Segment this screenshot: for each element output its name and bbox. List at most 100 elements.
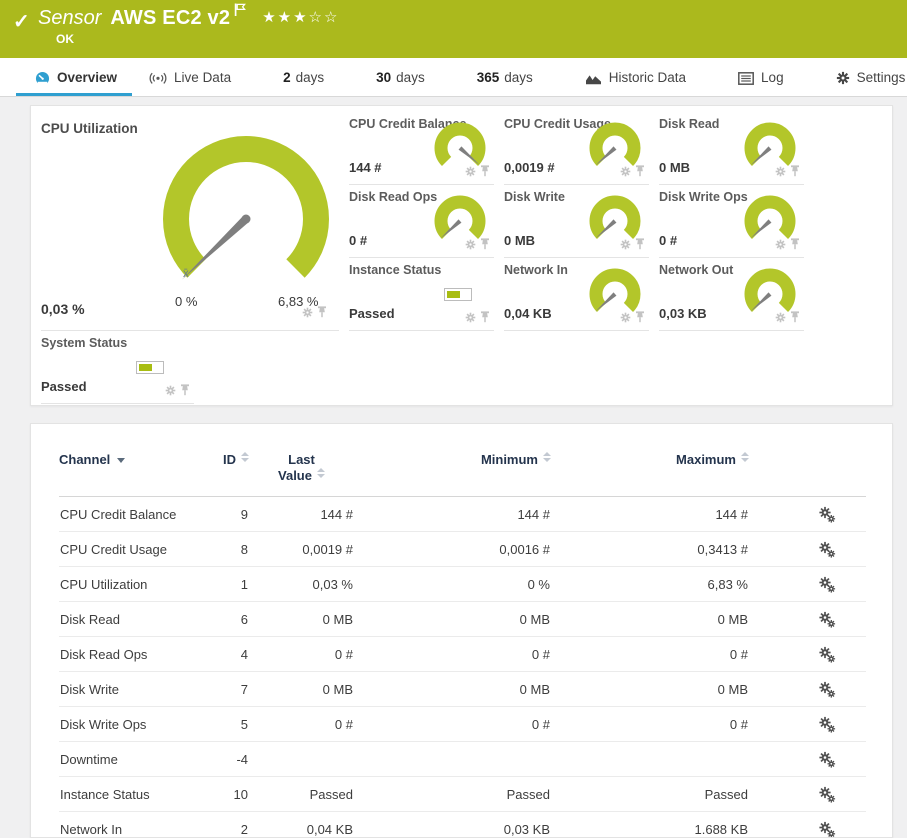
pin-icon[interactable] bbox=[635, 165, 645, 177]
channel-name-cell[interactable]: CPU Utilization bbox=[59, 566, 199, 602]
channel-minimum-cell: 0,0016 # bbox=[354, 531, 551, 567]
column-header-actions bbox=[749, 438, 866, 497]
channel-name-cell[interactable]: Disk Read bbox=[59, 601, 199, 637]
priority-stars[interactable]: ★★★☆☆ bbox=[262, 8, 339, 26]
pin-icon[interactable] bbox=[180, 384, 190, 396]
channel-settings-icon[interactable] bbox=[818, 541, 836, 558]
gear-icon[interactable] bbox=[465, 312, 476, 323]
gear-icon[interactable] bbox=[775, 239, 786, 250]
table-row: Network In 2 0,04 KB 0,03 KB 1.688 KB bbox=[59, 811, 866, 837]
cpu-utilization-gauge bbox=[163, 136, 329, 280]
gear-icon[interactable] bbox=[620, 166, 631, 177]
channel-settings-icon[interactable] bbox=[818, 506, 836, 523]
channel-settings-icon[interactable] bbox=[818, 821, 836, 837]
channel-last-value-cell: 0 MB bbox=[249, 671, 354, 707]
pin-icon[interactable] bbox=[790, 311, 800, 323]
channel-settings-icon[interactable] bbox=[818, 576, 836, 593]
gear-icon[interactable] bbox=[620, 239, 631, 250]
column-header-minimum[interactable]: Minimum bbox=[354, 438, 551, 497]
channel-name-cell[interactable]: Network In bbox=[59, 811, 199, 837]
status-indicator bbox=[136, 361, 164, 374]
channel-last-value-cell: 144 # bbox=[320, 506, 353, 522]
pin-icon[interactable] bbox=[635, 311, 645, 323]
channel-settings-icon[interactable] bbox=[818, 716, 836, 733]
channel-last-value-cell bbox=[249, 741, 354, 777]
pin-icon[interactable] bbox=[790, 165, 800, 177]
channel-name-cell[interactable]: Disk Read Ops bbox=[59, 636, 199, 672]
flag-icon[interactable] bbox=[234, 0, 247, 23]
channel-last-value-cell: 0 MB bbox=[249, 601, 354, 637]
channel-tile-value: 0 # bbox=[659, 233, 678, 248]
pin-icon[interactable] bbox=[480, 311, 490, 323]
gear-icon[interactable] bbox=[620, 312, 631, 323]
cpu-credit-balance-tile: CPU Credit Balance 144 # bbox=[349, 112, 494, 185]
tab-label: Overview bbox=[57, 69, 118, 85]
channel-name-cell[interactable]: Disk Write Ops bbox=[59, 706, 199, 742]
tab-historic-data[interactable]: Historic Data bbox=[580, 58, 691, 96]
channel-id-cell: 10 bbox=[199, 776, 249, 812]
tab-label: days bbox=[396, 69, 425, 85]
sensor-header-bar: ✓ Sensor AWS EC2 v2 ★★★☆☆ OK bbox=[0, 0, 907, 58]
channel-last-value-cell: 0,03 % bbox=[249, 566, 354, 602]
channel-table-card: Channel ID Last Value Minimum Maximum CPU Cre… bbox=[30, 423, 893, 838]
tab-log[interactable]: Log bbox=[733, 58, 789, 96]
sensor-kind-label: Sensor bbox=[38, 7, 102, 29]
channel-minimum-cell: 0 MB bbox=[354, 671, 551, 707]
tab-label-number: 30 bbox=[376, 69, 392, 85]
column-header-channel[interactable]: Channel bbox=[59, 438, 199, 497]
pin-icon[interactable] bbox=[480, 165, 490, 177]
column-header-id[interactable]: ID bbox=[199, 438, 249, 497]
tab-2-days[interactable]: 2 days bbox=[278, 58, 329, 96]
channel-settings-icon[interactable] bbox=[818, 646, 836, 663]
table-row: Disk Write Ops 5 0 # 0 # 0 # bbox=[59, 706, 866, 742]
channel-name-cell[interactable]: Instance Status bbox=[59, 776, 199, 812]
tab-label-number: 365 bbox=[476, 69, 500, 85]
cpu-credit-usage-tile: CPU Credit Usage 0,0019 # bbox=[504, 112, 649, 185]
channel-tile-value: 0,04 KB bbox=[504, 306, 552, 321]
tab-label: Log bbox=[761, 69, 784, 85]
tab-365-days[interactable]: 365 days bbox=[472, 58, 538, 96]
channel-name-cell[interactable]: Downtime bbox=[59, 741, 199, 777]
channel-maximum-cell: 0 # bbox=[551, 636, 749, 672]
table-row: Disk Read 6 0 MB 0 MB 0 MB bbox=[59, 601, 866, 637]
network-out-tile: Network Out 0,03 KB bbox=[659, 258, 804, 331]
channel-name-cell[interactable]: Disk Write bbox=[59, 671, 199, 707]
gear-icon[interactable] bbox=[775, 312, 786, 323]
channel-minimum-cell: 144 # bbox=[517, 506, 550, 522]
channel-id-cell: 4 bbox=[199, 636, 249, 672]
status-indicator bbox=[444, 288, 472, 301]
tab-30-days[interactable]: 30 days bbox=[371, 58, 430, 96]
pin-icon[interactable] bbox=[480, 238, 490, 250]
channel-minimum-cell: 0 % bbox=[354, 566, 551, 602]
channel-maximum-cell: 0 MB bbox=[551, 601, 749, 637]
gear-icon[interactable] bbox=[165, 385, 176, 396]
tab-overview[interactable]: Overview bbox=[15, 58, 133, 96]
column-header-last-value[interactable]: Last Value bbox=[249, 438, 354, 497]
pin-icon[interactable] bbox=[635, 238, 645, 250]
tab-settings[interactable]: Settings bbox=[831, 58, 907, 96]
pin-icon[interactable] bbox=[317, 306, 327, 318]
channel-maximum-cell: 0,3413 # bbox=[551, 531, 749, 567]
pin-icon[interactable] bbox=[790, 238, 800, 250]
gear-icon[interactable] bbox=[775, 166, 786, 177]
channel-tile-value: 0 # bbox=[349, 233, 368, 248]
table-row: CPU Credit Balance 9 144 # 144 # 144 # bbox=[59, 497, 866, 532]
column-header-maximum[interactable]: Maximum bbox=[551, 438, 749, 497]
average-marker: x̄ bbox=[183, 268, 189, 280]
channel-settings-icon[interactable] bbox=[818, 611, 836, 628]
channel-name-cell[interactable]: CPU Credit Balance bbox=[59, 497, 199, 532]
channel-minimum-cell: 0 MB bbox=[354, 601, 551, 637]
gear-icon[interactable] bbox=[302, 307, 313, 318]
sensor-name: AWS EC2 v2 bbox=[110, 7, 231, 29]
gear-icon[interactable] bbox=[465, 166, 476, 177]
tab-live-data[interactable]: Live Data bbox=[144, 58, 236, 96]
channel-last-value-cell: 0 # bbox=[249, 636, 354, 672]
tab-label: days bbox=[504, 69, 533, 85]
channel-settings-icon[interactable] bbox=[818, 751, 836, 768]
channel-settings-icon[interactable] bbox=[818, 681, 836, 698]
gear-icon[interactable] bbox=[465, 239, 476, 250]
channel-name-cell[interactable]: CPU Credit Usage bbox=[59, 531, 199, 567]
channel-id-cell: 8 bbox=[199, 531, 249, 567]
tab-label: Live Data bbox=[174, 69, 232, 85]
channel-settings-icon[interactable] bbox=[818, 786, 836, 803]
